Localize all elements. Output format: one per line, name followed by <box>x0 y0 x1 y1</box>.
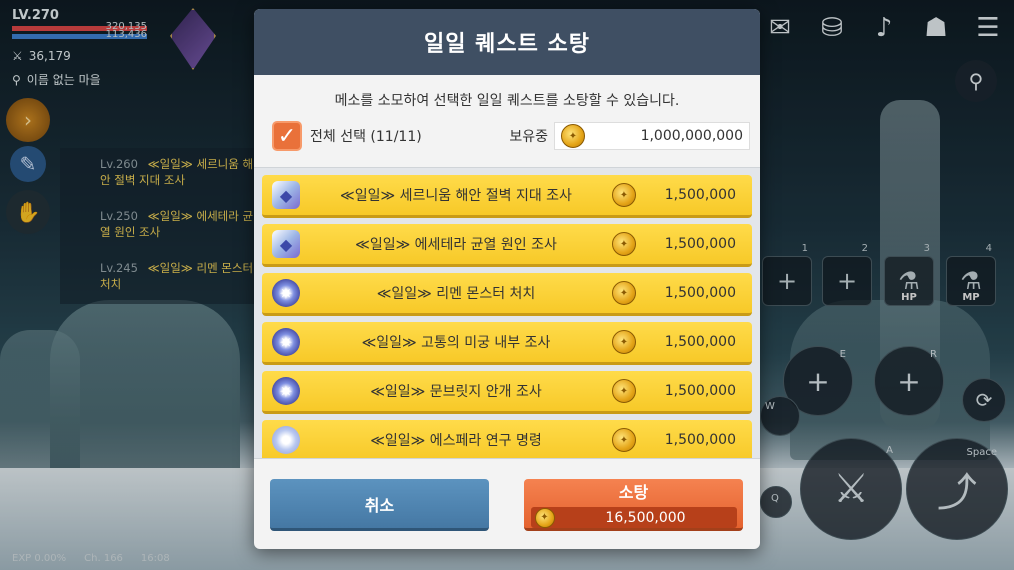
quest-cost: 1,500,000 <box>664 236 736 252</box>
quest-name: ≪일일≫ 에스페라 연구 명령 <box>370 433 542 449</box>
meso-coin-icon <box>612 281 636 305</box>
select-all-checkbox[interactable]: ✓ <box>272 121 302 151</box>
dialog-header: 일일 퀘스트 소탕 <box>254 9 760 75</box>
quest-star-icon: ✷ <box>272 328 300 356</box>
quest-name: ≪일일≫ 세르니움 해안 절벽 지대 조사 <box>340 188 572 204</box>
check-icon: ✓ <box>277 123 297 149</box>
meso-coin-icon <box>612 330 636 354</box>
meso-coin-icon <box>612 428 636 452</box>
quest-name: ≪일일≫ 고통의 미궁 내부 조사 <box>361 335 551 351</box>
quest-star-icon: ✷ <box>272 377 300 405</box>
quest-name: ≪일일≫ 리멘 몬스터 처치 <box>376 286 536 302</box>
holding-label: 보유중 <box>509 129 548 145</box>
quest-sparkle-icon: ✧ <box>272 426 300 454</box>
quest-cost: 1,500,000 <box>664 187 736 203</box>
meso-coin-icon <box>612 232 636 256</box>
sweep-total-value: 16,500,000 <box>605 509 686 526</box>
dialog-description: 메소를 소모하여 선택한 일일 퀘스트를 소탕할 수 있습니다. <box>334 93 680 109</box>
meso-coin-icon <box>612 183 636 207</box>
quest-row[interactable]: ◆ ≪일일≫ 에세테라 균열 원인 조사 1,500,000 <box>262 224 752 267</box>
select-all-label[interactable]: 전체 선택 (11/11) <box>310 126 422 146</box>
quest-crystal-icon: ◆ <box>272 181 300 209</box>
daily-quest-sweep-dialog: 일일 퀘스트 소탕 메소를 소모하여 선택한 일일 퀘스트를 소탕할 수 있습니… <box>254 9 760 549</box>
quest-cost: 1,500,000 <box>664 285 736 301</box>
sweep-total-box: 16,500,000 <box>530 507 737 528</box>
quest-cost: 1,500,000 <box>664 334 736 350</box>
quest-list[interactable]: ◆ ≪일일≫ 세르니움 해안 절벽 지대 조사 1,500,000 ◆ ≪일일≫… <box>254 167 760 459</box>
quest-row[interactable]: ◆ ≪일일≫ 세르니움 해안 절벽 지대 조사 1,500,000 <box>262 175 752 218</box>
cancel-button[interactable]: 취소 <box>270 479 489 531</box>
holding-meso-box: 1,000,000,000 <box>554 122 750 150</box>
cancel-button-label: 취소 <box>364 495 395 515</box>
meso-coin-icon <box>561 124 585 148</box>
quest-row[interactable]: ✷ ≪일일≫ 문브릿지 안개 조사 1,500,000 <box>262 371 752 414</box>
quest-cost: 1,500,000 <box>664 383 736 399</box>
quest-star-icon: ✷ <box>272 279 300 307</box>
dialog-title: 일일 퀘스트 소탕 <box>424 32 590 57</box>
sweep-button-label: 소탕 <box>618 483 649 502</box>
select-row: ✓ 전체 선택 (11/11) 보유중 1,000,000,000 <box>254 118 760 154</box>
quest-row[interactable]: ✷ ≪일일≫ 고통의 미궁 내부 조사 1,500,000 <box>262 322 752 365</box>
quest-cost: 1,500,000 <box>664 432 736 448</box>
quest-crystal-icon: ◆ <box>272 230 300 258</box>
holding-meso-value: 1,000,000,000 <box>640 128 743 144</box>
meso-coin-icon <box>612 379 636 403</box>
quest-name: ≪일일≫ 에세테라 균열 원인 조사 <box>355 237 557 253</box>
quest-name: ≪일일≫ 문브릿지 안개 조사 <box>370 384 542 400</box>
quest-row[interactable]: ✧ ≪일일≫ 에스페라 연구 명령 1,500,000 <box>262 420 752 458</box>
meso-coin-icon <box>534 507 555 528</box>
sweep-button[interactable]: 소탕 16,500,000 <box>524 479 743 531</box>
quest-row[interactable]: ✷ ≪일일≫ 리멘 몬스터 처치 1,500,000 <box>262 273 752 316</box>
